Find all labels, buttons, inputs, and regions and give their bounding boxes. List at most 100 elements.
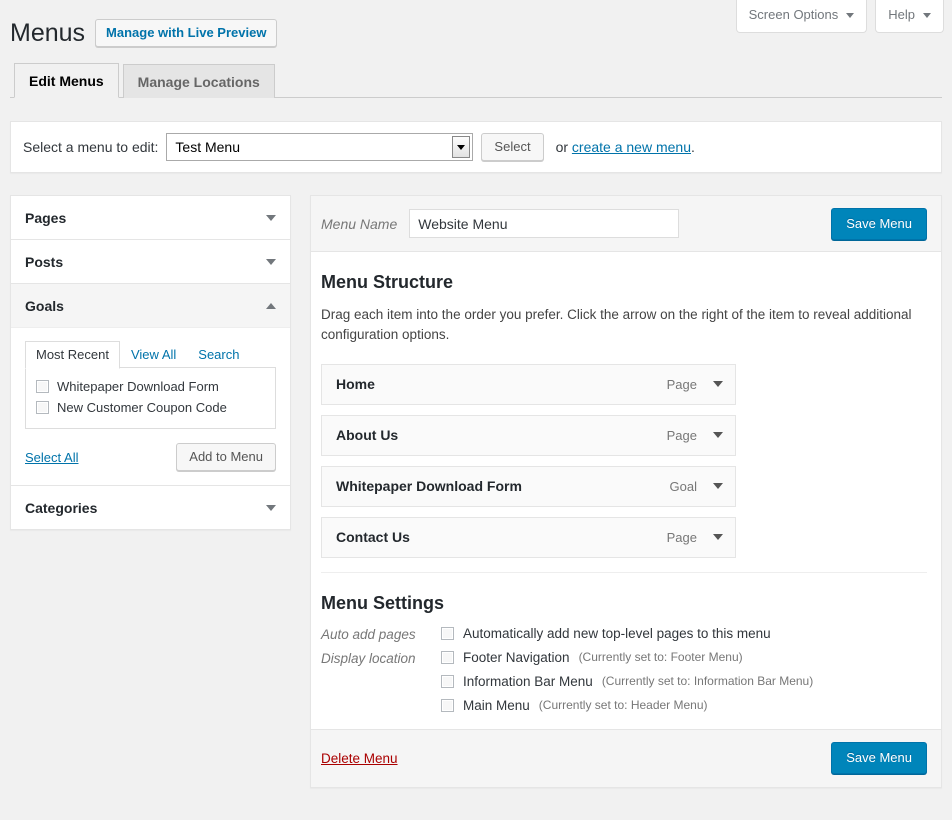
chevron-down-icon[interactable] — [713, 534, 723, 540]
panel-header-posts[interactable]: Posts — [11, 240, 290, 283]
menu-item-type: Page — [666, 376, 697, 392]
location-hint: (Currently set to: Information Bar Menu) — [601, 674, 814, 688]
display-location-label: Display location — [321, 650, 416, 666]
goals-tab-search[interactable]: Search — [187, 341, 250, 368]
location-label: Footer Navigation — [463, 649, 570, 665]
chevron-down-icon[interactable] — [713, 381, 723, 387]
menu-editor-footer: Delete Menu Save Menu — [311, 728, 941, 787]
setting-auto-add-pages: Auto add pages Automatically add new top… — [321, 626, 927, 642]
save-menu-button-bottom[interactable]: Save Menu — [831, 742, 927, 774]
menu-item-title: About Us — [336, 427, 399, 443]
list-item-label: New Customer Coupon Code — [57, 400, 227, 415]
menu-item-type: Goal — [669, 478, 697, 494]
checkbox-whitepaper-download-form[interactable] — [36, 380, 49, 393]
panel-categories: Categories — [10, 485, 291, 530]
location-label: Information Bar Menu — [463, 673, 593, 689]
panel-goals: Goals Most Recent View All Search Whitep… — [10, 283, 291, 485]
goals-tabs: Most Recent View All Search — [25, 340, 276, 369]
panel-title-posts: Posts — [25, 253, 64, 270]
location-option-footer-navigation[interactable]: Footer Navigation (Currently set to: Foo… — [441, 650, 813, 665]
select-all-link[interactable]: Select All — [25, 450, 78, 465]
menu-name-bar: Menu Name Save Menu — [311, 196, 941, 252]
manage-with-live-preview-button[interactable]: Manage with Live Preview — [95, 19, 278, 47]
goals-actions: Select All Add to Menu — [25, 443, 276, 471]
panel-body-goals: Most Recent View All Search Whitepaper D… — [11, 327, 290, 485]
menu-editor-panel: Menu Name Save Menu Menu Structure Drag … — [310, 195, 942, 788]
table-row[interactable]: Home Page — [321, 363, 736, 405]
menu-name-input[interactable] — [409, 209, 680, 238]
checkbox-new-customer-coupon-code[interactable] — [36, 401, 49, 414]
chevron-down-icon[interactable] — [713, 483, 723, 489]
goals-tab-most-recent[interactable]: Most Recent — [25, 341, 120, 369]
screen-meta-links: Screen Options Help — [735, 0, 944, 33]
list-item[interactable]: Whitepaper Download Form — [36, 376, 265, 397]
tab-manage-locations[interactable]: Manage Locations — [122, 64, 275, 98]
nav-tabs: Edit Menus Manage Locations — [10, 62, 942, 98]
screen-options-button[interactable]: Screen Options — [735, 0, 868, 33]
chevron-down-icon — [266, 214, 276, 221]
location-hint: (Currently set to: Header Menu) — [538, 698, 708, 712]
menu-item-type: Page — [666, 529, 697, 545]
page-header: Menus Manage with Live Preview — [10, 18, 278, 48]
table-row[interactable]: Whitepaper Download Form Goal — [321, 465, 736, 507]
menu-select-value: Test Menu — [175, 139, 241, 155]
or-label: or — [555, 139, 569, 155]
menu-structure-heading: Menu Structure — [321, 272, 454, 292]
panel-title-goals: Goals — [25, 297, 64, 314]
select-menu-label: Select a menu to edit: — [23, 139, 159, 155]
list-item-label: Whitepaper Download Form — [57, 379, 219, 394]
setting-display-location: Display location Footer Navigation (Curr… — [321, 650, 927, 713]
chevron-down-icon — [923, 12, 931, 18]
panel-header-pages[interactable]: Pages — [11, 196, 290, 239]
menu-settings-heading: Menu Settings — [321, 592, 445, 613]
checkbox-main-menu[interactable] — [441, 698, 454, 712]
list-item[interactable]: New Customer Coupon Code — [36, 397, 265, 418]
menu-item-title: Contact Us — [336, 529, 410, 545]
dropdown-arrow-icon — [452, 136, 471, 158]
chevron-down-icon — [266, 258, 276, 265]
location-option-main-menu[interactable]: Main Menu (Currently set to: Header Menu… — [441, 698, 813, 713]
menu-structure-section: Menu Structure Drag each item into the o… — [311, 252, 941, 713]
checkbox-footer-navigation[interactable] — [441, 650, 454, 664]
save-menu-button-top[interactable]: Save Menu — [831, 207, 927, 240]
checkbox-auto-add-pages[interactable] — [441, 626, 454, 640]
goals-item-list: Whitepaper Download Form New Customer Co… — [25, 367, 276, 429]
page-title: Menus — [10, 19, 86, 47]
menu-name-label: Menu Name — [321, 215, 398, 232]
add-to-menu-button[interactable]: Add to Menu — [176, 443, 276, 471]
tab-edit-menus[interactable]: Edit Menus — [14, 63, 119, 98]
screen-options-label: Screen Options — [748, 7, 839, 22]
menu-item-title: Home — [336, 376, 375, 392]
panel-header-goals[interactable]: Goals — [11, 284, 290, 327]
table-row[interactable]: About Us Page — [321, 414, 736, 456]
panel-header-categories[interactable]: Categories — [11, 486, 290, 529]
panel-title-pages: Pages — [25, 209, 67, 226]
help-button[interactable]: Help — [875, 0, 944, 33]
checkbox-information-bar-menu[interactable] — [441, 674, 454, 688]
chevron-down-icon[interactable] — [713, 432, 723, 438]
period: . — [690, 139, 695, 155]
create-menu-text: or create a new menu. — [556, 139, 695, 155]
menu-item-title: Whitepaper Download Form — [336, 478, 522, 494]
add-menu-items-column: Pages Posts Goals Most Recent View All S… — [10, 195, 291, 530]
location-label: Main Menu — [463, 697, 530, 713]
menu-settings-section: Menu Settings Auto add pages Automatical… — [321, 573, 927, 713]
help-label: Help — [888, 7, 915, 22]
menu-select-dropdown[interactable]: Test Menu — [166, 133, 474, 161]
menu-structure-description: Drag each item into the order you prefer… — [321, 307, 912, 343]
auto-add-pages-option-label: Automatically add new top-level pages to… — [463, 625, 771, 641]
delete-menu-link[interactable]: Delete Menu — [321, 751, 398, 766]
chevron-down-icon — [846, 12, 855, 18]
select-button[interactable]: Select — [481, 133, 544, 161]
goals-tab-view-all[interactable]: View All — [120, 341, 187, 368]
location-option-information-bar-menu[interactable]: Information Bar Menu (Currently set to: … — [441, 674, 813, 689]
create-new-menu-link[interactable]: create a new menu — [572, 139, 691, 155]
table-row[interactable]: Contact Us Page — [321, 516, 736, 558]
auto-add-pages-option[interactable]: Automatically add new top-level pages to… — [441, 626, 771, 641]
chevron-up-icon — [266, 302, 276, 309]
menu-selector-bar: Select a menu to edit: Test Menu Select … — [10, 121, 942, 173]
location-hint: (Currently set to: Footer Menu) — [578, 650, 743, 664]
panel-title-categories: Categories — [25, 499, 98, 516]
menu-item-type: Page — [666, 427, 697, 443]
panel-posts: Posts — [10, 239, 291, 283]
